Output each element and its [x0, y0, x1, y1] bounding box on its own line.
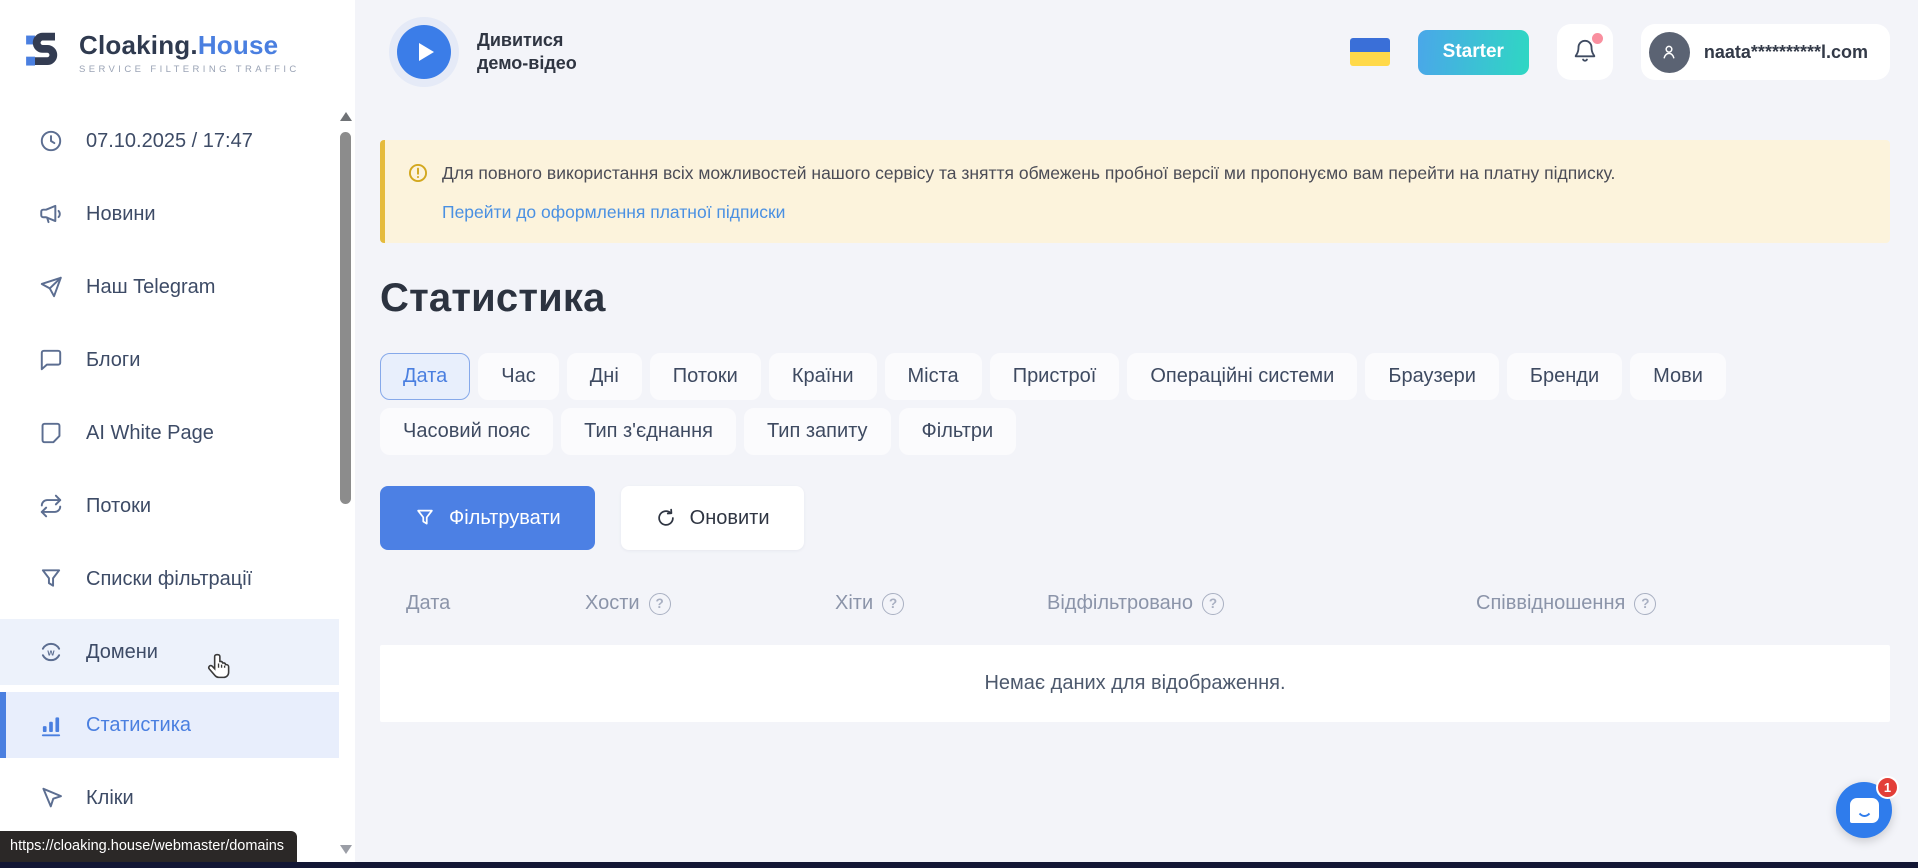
cursor-icon	[38, 785, 64, 811]
sidebar-item-datetime: 07.10.2025 / 17:47	[0, 108, 339, 174]
column-header-hits: Хіти ?	[835, 592, 1047, 615]
chat-widget-button[interactable]: 1	[1836, 782, 1892, 838]
chat-bubble-icon	[38, 347, 64, 373]
sidebar-item-label: AI White Page	[86, 422, 214, 445]
chat-unread-badge: 1	[1876, 776, 1899, 799]
tab-operating-systems[interactable]: Операційні системи	[1127, 353, 1357, 400]
bottom-edge-strip	[0, 862, 1918, 868]
tab-request-type[interactable]: Тип запиту	[744, 408, 891, 455]
user-email: naata**********l.com	[1704, 42, 1868, 63]
sidebar-item-label: Кліки	[86, 787, 134, 810]
play-icon[interactable]	[397, 25, 451, 79]
help-icon[interactable]: ?	[1202, 593, 1224, 615]
streams-icon	[38, 493, 64, 519]
brand-logo[interactable]: Cloaking.House SERVICE FILTERING TRAFFIC	[0, 0, 355, 104]
language-flag-ukraine[interactable]	[1350, 38, 1390, 66]
sidebar-item-streams[interactable]: Потоки	[0, 473, 339, 539]
sidebar-item-label: Домени	[86, 641, 158, 664]
upgrade-subscription-link[interactable]: Перейти до оформлення платної підписки	[442, 202, 785, 223]
tab-languages[interactable]: Мови	[1630, 353, 1726, 400]
scroll-down-arrow-icon[interactable]	[340, 845, 352, 854]
trial-warning-banner: Для повного використання всіх можливосте…	[380, 140, 1890, 243]
refresh-icon	[655, 507, 677, 529]
notifications-button[interactable]	[1557, 24, 1613, 80]
notification-dot	[1592, 33, 1603, 44]
help-icon[interactable]: ?	[1634, 593, 1656, 615]
brand-name: Cloaking.House	[79, 30, 278, 60]
sidebar-item-label: Статистика	[86, 714, 191, 737]
content: Для повного використання всіх можливосте…	[355, 104, 1918, 722]
tab-days[interactable]: Дні	[567, 353, 642, 400]
plan-badge-button[interactable]: Starter	[1418, 30, 1529, 75]
help-icon[interactable]: ?	[882, 593, 904, 615]
clock-icon	[38, 128, 64, 154]
sidebar-item-statistics[interactable]: Статистика	[0, 692, 339, 758]
sidebar-item-label: Блоги	[86, 349, 140, 372]
tab-cities[interactable]: Міста	[885, 353, 982, 400]
sidebar-item-news[interactable]: Новини	[0, 181, 339, 247]
sidebar-item-clicks[interactable]: Кліки	[0, 765, 339, 831]
megaphone-icon	[38, 201, 64, 227]
tab-filters[interactable]: Фільтри	[899, 408, 1017, 455]
chat-bubble-icon	[1850, 798, 1879, 823]
sidebar-nav: 07.10.2025 / 17:47 Новини Наш Telegram Б…	[0, 104, 355, 831]
column-header-date: Дата	[380, 592, 585, 615]
help-icon[interactable]: ?	[649, 593, 671, 615]
tab-brands[interactable]: Бренди	[1507, 353, 1622, 400]
brand-tagline: SERVICE FILTERING TRAFFIC	[79, 64, 300, 75]
tab-streams[interactable]: Потоки	[650, 353, 761, 400]
column-header-filtered: Відфільтровано ?	[1047, 592, 1476, 615]
telegram-icon	[38, 274, 64, 300]
tab-date[interactable]: Дата	[380, 353, 470, 400]
page-icon	[38, 420, 64, 446]
sidebar-item-domains[interactable]: w Домени	[0, 619, 339, 685]
sidebar: Cloaking.House SERVICE FILTERING TRAFFIC…	[0, 0, 355, 868]
tab-time[interactable]: Час	[478, 353, 558, 400]
demo-video-label: Дивитися демо-відео	[477, 29, 577, 76]
sidebar-item-label: Списки фільтрації	[86, 568, 252, 591]
filter-tabs: Дата Час Дні Потоки Країни Міста Пристро…	[380, 353, 1840, 455]
user-account-button[interactable]: naata**********l.com	[1641, 24, 1890, 80]
funnel-icon	[38, 566, 64, 592]
page-title: Статистика	[380, 276, 1890, 321]
stats-table-header: Дата Хости ? Хіти ? Відфільтровано ? Спі…	[380, 592, 1890, 615]
column-header-hosts: Хости ?	[585, 592, 835, 615]
sidebar-item-label: Потоки	[86, 495, 151, 518]
filter-button[interactable]: Фільтрувати	[380, 486, 595, 550]
tab-devices[interactable]: Пристрої	[990, 353, 1120, 400]
sidebar-item-ai-white-page[interactable]: AI White Page	[0, 400, 339, 466]
sidebar-item-label: Наш Telegram	[86, 276, 215, 299]
banner-message: Для повного використання всіх можливосте…	[442, 161, 1615, 185]
column-header-ratio: Співвідношення ?	[1476, 592, 1890, 615]
actions-row: Фільтрувати Оновити	[380, 486, 1890, 550]
tab-countries[interactable]: Країни	[769, 353, 877, 400]
svg-text:w: w	[46, 647, 55, 657]
scrollbar-thumb[interactable]	[340, 132, 351, 504]
sidebar-item-filter-lists[interactable]: Списки фільтрації	[0, 546, 339, 612]
funnel-icon	[414, 507, 436, 529]
refresh-button[interactable]: Оновити	[621, 486, 804, 550]
sidebar-item-label: Новини	[86, 203, 156, 226]
demo-video-button[interactable]: Дивитися демо-відео	[397, 25, 577, 79]
tab-browsers[interactable]: Браузери	[1365, 353, 1499, 400]
topbar: Дивитися демо-відео Starter	[355, 0, 1918, 104]
sidebar-item-telegram[interactable]: Наш Telegram	[0, 254, 339, 320]
tab-connection-type[interactable]: Тип з'єднання	[561, 408, 736, 455]
sidebar-item-label: 07.10.2025 / 17:47	[86, 130, 253, 153]
scroll-up-arrow-icon[interactable]	[340, 112, 352, 121]
warning-icon	[407, 162, 429, 184]
brand-logo-icon	[25, 30, 65, 75]
sidebar-item-blogs[interactable]: Блоги	[0, 327, 339, 393]
sidebar-scrollbar[interactable]	[339, 108, 352, 858]
app-window: Cloaking.House SERVICE FILTERING TRAFFIC…	[0, 0, 1918, 868]
domains-icon: w	[38, 639, 64, 665]
link-preview-statusbar: https://cloaking.house/webmaster/domains	[0, 831, 297, 862]
main-area: Дивитися демо-відео Starter	[355, 0, 1918, 868]
table-empty-state: Немає даних для відображення.	[380, 645, 1890, 722]
avatar	[1649, 32, 1690, 73]
tab-timezone[interactable]: Часовий пояс	[380, 408, 553, 455]
bar-chart-icon	[38, 712, 64, 738]
